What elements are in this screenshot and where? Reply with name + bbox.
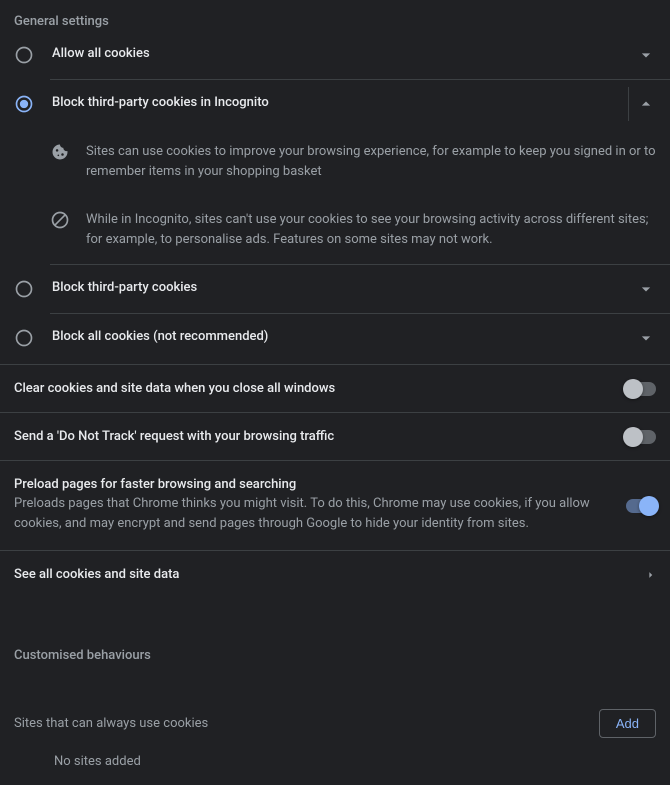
option-block-third-party-incognito[interactable]: Block third-party cookies in Incognito <box>0 80 670 128</box>
cookie-icon <box>50 142 70 162</box>
radio-unchecked-icon <box>14 279 34 299</box>
detail-incognito-info: While in Incognito, sites can't use your… <box>0 196 670 264</box>
option-label: Block third-party cookies <box>52 279 628 295</box>
toggle-label: Send a 'Do Not Track' request with your … <box>14 429 610 444</box>
option-allow-all-cookies[interactable]: Allow all cookies <box>0 31 670 79</box>
toggle-switch-on[interactable] <box>626 499 656 513</box>
arrow-right-icon <box>646 570 656 580</box>
block-icon <box>50 210 70 230</box>
radio-unchecked-icon <box>14 45 34 65</box>
toggle-label: Preload pages for faster browsing and se… <box>14 477 610 492</box>
behavior-title: Sites that can always use cookies <box>14 716 599 731</box>
option-label: Block all cookies (not recommended) <box>52 328 628 344</box>
cookie-radio-group: Allow all cookies Block third-party cook… <box>0 31 670 364</box>
general-settings-header: General settings <box>0 0 670 31</box>
option-block-all-cookies[interactable]: Block all cookies (not recommended) <box>0 314 670 362</box>
radio-checked-icon <box>14 94 34 114</box>
toggle-label: Clear cookies and site data when you clo… <box>14 381 610 396</box>
customised-behaviours-header: Customised behaviours <box>0 634 670 667</box>
expand-button[interactable] <box>628 272 662 306</box>
toggle-switch-off[interactable] <box>626 430 656 444</box>
expand-button[interactable] <box>628 321 662 355</box>
toggle-preload-pages[interactable]: Preload pages for faster browsing and se… <box>0 460 670 550</box>
toggle-do-not-track[interactable]: Send a 'Do Not Track' request with your … <box>0 412 670 460</box>
option-label: Block third-party cookies in Incognito <box>52 94 628 110</box>
radio-unchecked-icon <box>14 328 34 348</box>
add-button[interactable]: Add <box>599 709 656 738</box>
toggle-clear-on-exit[interactable]: Clear cookies and site data when you clo… <box>0 364 670 412</box>
link-label: See all cookies and site data <box>14 567 646 582</box>
sites-always-use-cookies-row: Sites that can always use cookies Add <box>0 695 670 738</box>
no-sites-added-text: No sites added <box>0 738 670 785</box>
detail-text: Sites can use cookies to improve your br… <box>86 142 656 182</box>
toggle-switch-off[interactable] <box>626 382 656 396</box>
expand-button[interactable] <box>628 38 662 72</box>
detail-cookies-info: Sites can use cookies to improve your br… <box>0 128 670 196</box>
see-all-cookies-link[interactable]: See all cookies and site data <box>0 550 670 598</box>
option-block-third-party[interactable]: Block third-party cookies <box>0 265 670 313</box>
detail-text: While in Incognito, sites can't use your… <box>86 210 656 250</box>
option-label: Allow all cookies <box>52 45 628 61</box>
collapse-button[interactable] <box>628 87 662 121</box>
toggle-description: Preloads pages that Chrome thinks you mi… <box>14 494 610 534</box>
